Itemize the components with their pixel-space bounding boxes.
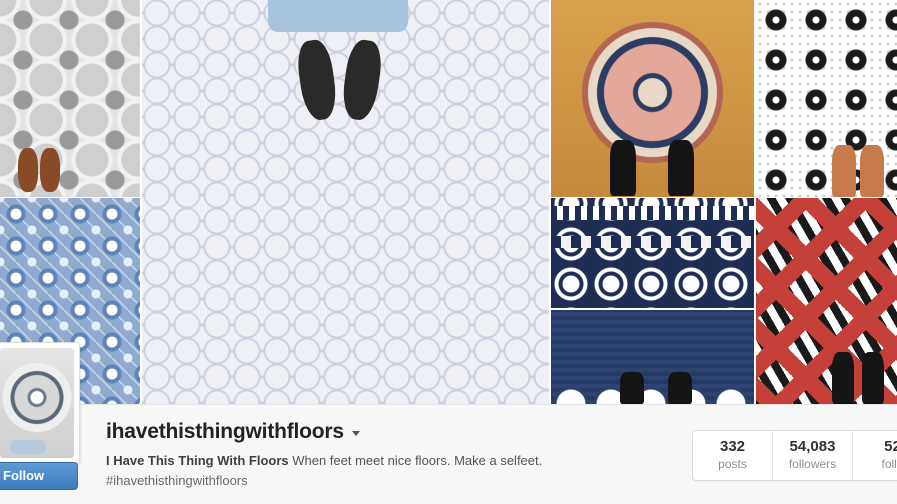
boot-image: [832, 352, 854, 404]
jeans-image: [268, 0, 408, 32]
boot-image: [862, 352, 884, 404]
boot-image: [668, 372, 692, 404]
cover-tile-blue-wave[interactable]: [551, 310, 754, 404]
cover-tile-marble-hex[interactable]: [142, 0, 549, 404]
profile-stats: 332 posts 54,083 followers 52 follo: [692, 430, 897, 481]
avatar-feet-image: [10, 440, 46, 454]
username-row: ihavethisthingwithfloors: [106, 418, 360, 446]
stat-followers-label: followers: [788, 457, 837, 471]
profile-bio: I Have This Thing With Floors When feet …: [106, 453, 542, 468]
stat-following-label: follo: [881, 457, 897, 471]
sandal-image: [860, 145, 884, 197]
stat-followers[interactable]: 54,083 followers: [773, 431, 853, 480]
profile-page: Follow ihavethisthingwithfloors I Have T…: [0, 0, 897, 504]
sandal-image: [832, 145, 856, 197]
bio-text: When feet meet nice floors. Make a selfe…: [292, 453, 543, 468]
boot-image: [620, 372, 644, 404]
stat-posts-label: posts: [718, 457, 747, 471]
caret-down-icon[interactable]: [351, 431, 360, 436]
stat-following[interactable]: 52 follo: [853, 431, 897, 480]
profile-full-name: I Have This Thing With Floors: [106, 453, 289, 468]
boot-image: [668, 140, 694, 196]
profile-hashtag-link[interactable]: #ihavethisthingwithfloors: [106, 473, 248, 488]
stat-followers-count: 54,083: [789, 438, 836, 455]
shoe-image: [18, 148, 38, 192]
cover-tile-greek-key[interactable]: [551, 198, 754, 308]
username: ihavethisthingwithfloors: [106, 420, 344, 443]
boot-image: [610, 140, 636, 196]
avatar: [0, 348, 74, 458]
stat-following-count: 52: [884, 438, 897, 455]
stat-posts[interactable]: 332 posts: [693, 431, 773, 480]
shoe-image: [40, 148, 60, 192]
follow-button[interactable]: Follow: [0, 462, 78, 490]
profile-avatar-frame[interactable]: [0, 342, 80, 464]
cover-tile-medallion[interactable]: [551, 0, 754, 197]
stat-posts-count: 332: [719, 438, 746, 455]
cover-photo-mosaic: [0, 0, 897, 404]
